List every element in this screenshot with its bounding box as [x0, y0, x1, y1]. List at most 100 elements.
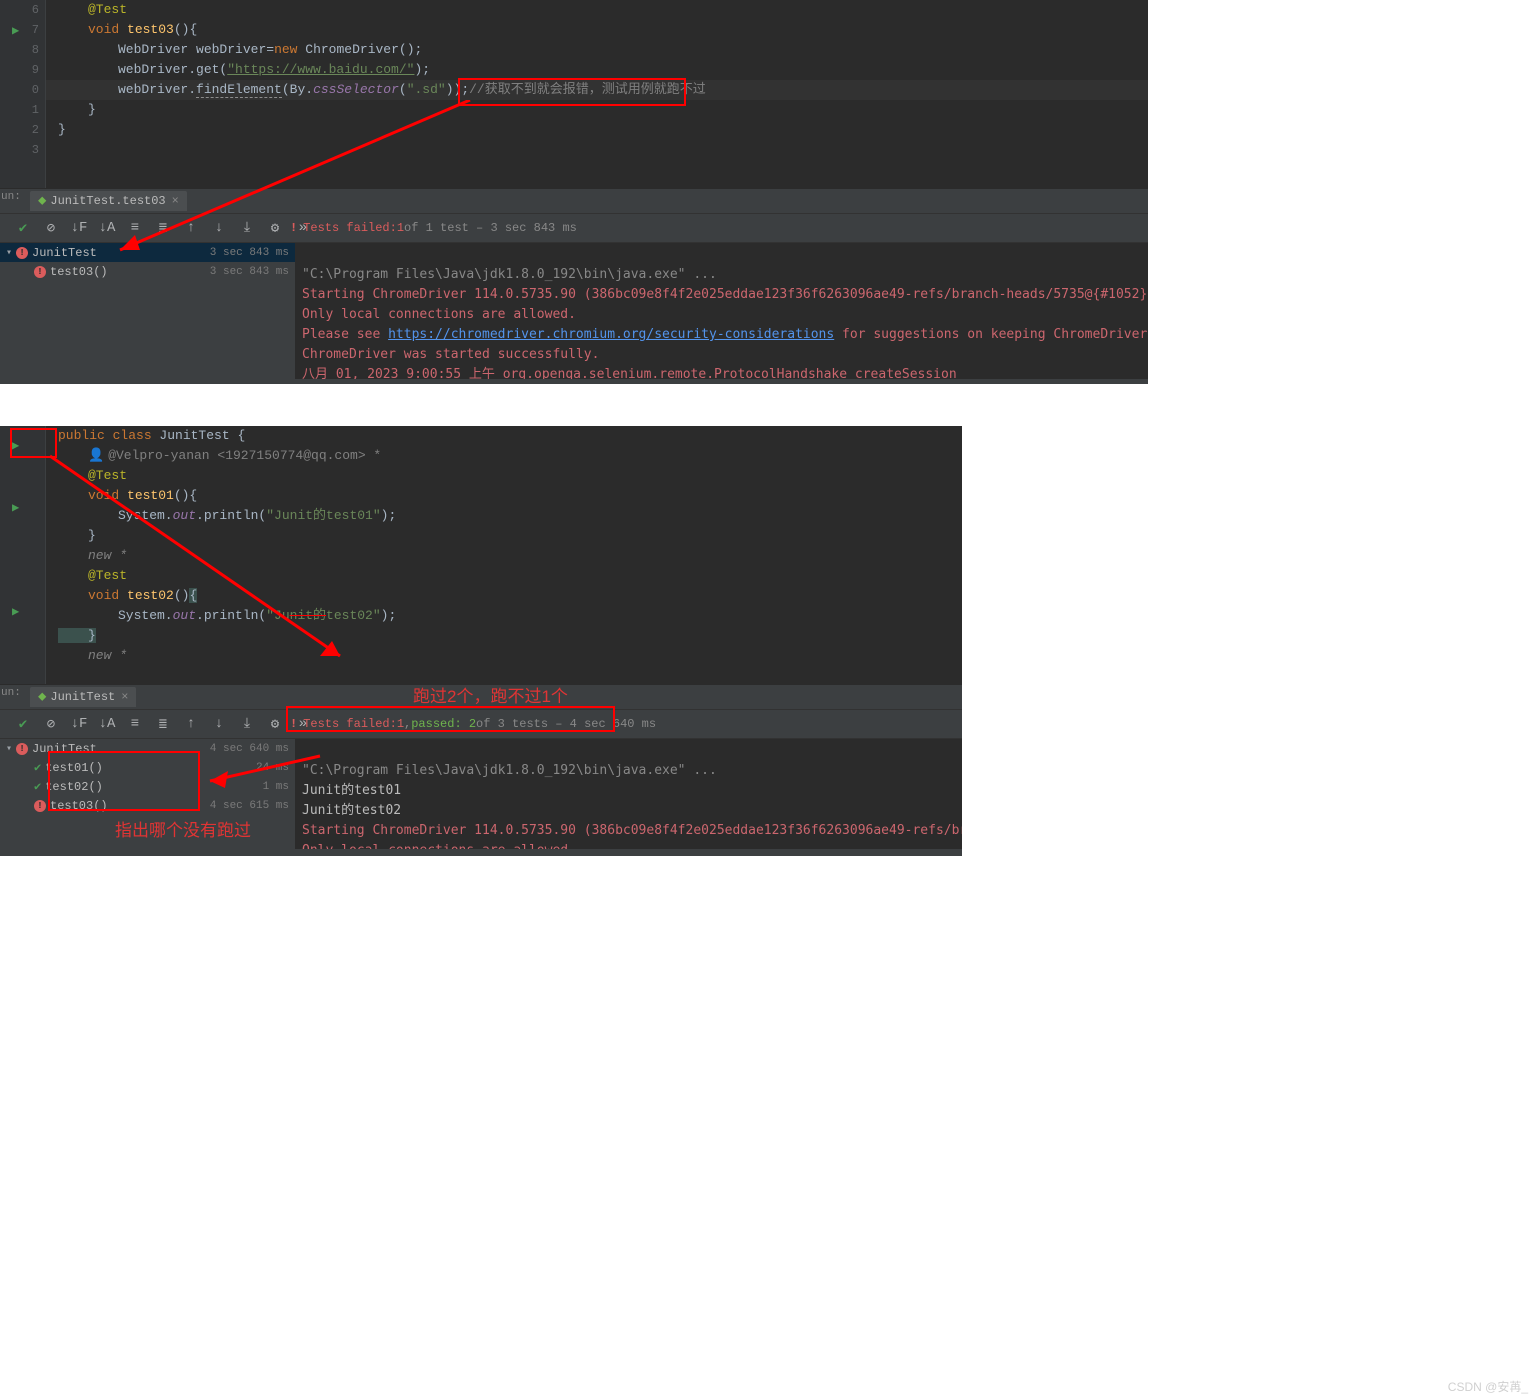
- status-fail-label: Tests failed:: [303, 221, 397, 235]
- brace: }: [58, 528, 96, 543]
- brace: }: [58, 628, 96, 643]
- line-number: 9: [0, 60, 39, 80]
- test-status: ! Tests failed: 1 of 1 test – 3 sec 843 …: [290, 221, 577, 235]
- sort-icon[interactable]: ↓F: [70, 715, 88, 733]
- status-pass: passed: 2: [411, 717, 476, 731]
- string: "Junit的test01": [266, 508, 380, 523]
- expand-icon[interactable]: ≡: [126, 219, 144, 237]
- close-icon[interactable]: ×: [121, 690, 128, 704]
- console[interactable]: "C:\Program Files\Java\jdk1.8.0_192\bin\…: [296, 739, 962, 849]
- tree-item[interactable]: !test03() 4 sec 615 ms: [0, 796, 295, 815]
- comment: //获取不到就会报错，测试用例就跑不过: [469, 82, 706, 97]
- console-line: ChromeDriver was started successfully.: [302, 347, 599, 362]
- close-icon[interactable]: ×: [172, 194, 179, 208]
- test-icon: ⬥: [38, 690, 46, 704]
- text: webDriver.get(: [118, 62, 227, 77]
- keyword: new: [274, 42, 305, 57]
- stop-icon[interactable]: ⊘: [42, 715, 60, 733]
- run-gutter-icon[interactable]: ▶: [12, 438, 19, 453]
- prev-icon[interactable]: ↑: [182, 715, 200, 733]
- code-editor[interactable]: @Test void test03(){ WebDriver webDriver…: [46, 0, 1148, 140]
- run-tab-label: JunitTest: [50, 690, 115, 704]
- tree-item[interactable]: ✔test02() 1 ms: [0, 777, 295, 796]
- console-link[interactable]: https://chromedriver.chromium.org/securi…: [388, 327, 834, 342]
- string: test02": [326, 608, 381, 623]
- console-line: 八月 01, 2023 9:00:55 上午 org.openqa.seleni…: [302, 367, 957, 379]
- run-tab[interactable]: ⬥ JunitTest.test03 ×: [30, 191, 187, 211]
- text: .println(: [196, 608, 266, 623]
- text: .println(: [196, 508, 266, 523]
- collapse-icon[interactable]: ≣: [154, 715, 172, 733]
- chevron-down-icon[interactable]: ▾: [6, 247, 12, 259]
- console-line: Starting ChromeDriver 114.0.5735.90 (386…: [302, 287, 1148, 302]
- collapse-icon[interactable]: ≣: [154, 219, 172, 237]
- text: );: [381, 508, 397, 523]
- settings-icon[interactable]: ⚙: [266, 715, 284, 733]
- method-name: test03: [127, 22, 174, 37]
- console-line: Starting ChromeDriver 114.0.5735.90 (386…: [302, 823, 962, 838]
- fail-badge-icon: !: [34, 800, 46, 812]
- annotation: @Test: [58, 468, 127, 483]
- author-icon: 👤: [88, 448, 104, 463]
- text: (By.: [282, 82, 313, 97]
- code-editor[interactable]: public class JunitTest { 👤@Velpro-yanan …: [46, 426, 962, 666]
- tree-root[interactable]: ▾!JunitTest 3 sec 843 ms: [0, 243, 295, 262]
- tree-time: 4 sec 640 ms: [210, 743, 289, 755]
- class-name: JunitTest: [159, 428, 237, 443]
- keyword: void: [88, 22, 119, 37]
- annotation: @Test: [58, 2, 127, 17]
- string-url[interactable]: "https://www.baidu.com/": [227, 62, 414, 77]
- text: (){: [174, 488, 197, 503]
- annotation-text: 跑过2个，跑不过1个: [413, 682, 568, 707]
- stop-icon[interactable]: ⊘: [42, 219, 60, 237]
- rerun-icon[interactable]: ✔: [14, 219, 32, 237]
- run-panel: un: ⬥ JunitTest.test03 × ✔ ⊘ ↓F ↓A ≡ ≣ ↑…: [0, 188, 1148, 384]
- run-toolbar: ✔ ⊘ ↓F ↓A ≡ ≣ ↑ ↓ ⤓ ⚙ » ! Tests failed: …: [0, 709, 962, 739]
- tree-root[interactable]: ▾!JunitTest 4 sec 640 ms: [0, 739, 295, 758]
- chevron-down-icon[interactable]: ▾: [6, 743, 12, 755]
- run-gutter-icon[interactable]: ▶: [12, 500, 19, 515]
- expand-icon[interactable]: ≡: [126, 715, 144, 733]
- tree-item[interactable]: !test03() 3 sec 843 ms: [0, 262, 295, 281]
- text: (): [174, 588, 190, 603]
- run-toolwindow-label: un:: [1, 191, 21, 203]
- prev-icon[interactable]: ↑: [182, 219, 200, 237]
- vcs-hint: new *: [58, 648, 127, 663]
- line-number: 0: [0, 80, 39, 100]
- method-name: test02: [127, 588, 174, 603]
- run-tab[interactable]: ⬥ JunitTest ×: [30, 687, 136, 707]
- field: out: [173, 608, 196, 623]
- sort-icon[interactable]: ↓F: [70, 219, 88, 237]
- export-icon[interactable]: ⤓: [238, 715, 256, 733]
- string: "Ju: [266, 608, 289, 623]
- line-number: 3: [0, 140, 39, 160]
- rerun-icon[interactable]: ✔: [14, 715, 32, 733]
- next-icon[interactable]: ↓: [210, 219, 228, 237]
- pass-icon: ✔: [34, 760, 41, 775]
- run-gutter-icon[interactable]: ▶: [12, 23, 19, 38]
- string: nit的: [290, 608, 326, 623]
- fail-badge-icon: !: [16, 247, 28, 259]
- brace: {: [189, 588, 197, 603]
- console-line: Junit的test02: [302, 803, 401, 818]
- console[interactable]: "C:\Program Files\Java\jdk1.8.0_192\bin\…: [296, 243, 1148, 379]
- ide-window-2: ▶ ▶ ▶ public class JunitTest { 👤@Velpro-…: [0, 426, 962, 856]
- test-tree[interactable]: ▾!JunitTest 3 sec 843 ms !test03() 3 sec…: [0, 243, 296, 379]
- console-line: "C:\Program Files\Java\jdk1.8.0_192\bin\…: [302, 763, 717, 778]
- status-text: ,: [404, 717, 411, 731]
- line-number: 6: [0, 0, 39, 20]
- tree-item[interactable]: ✔test01() 24 ms: [0, 758, 295, 777]
- export-icon[interactable]: ⤓: [238, 219, 256, 237]
- settings-icon[interactable]: ⚙: [266, 219, 284, 237]
- text: ();: [399, 42, 422, 57]
- console-line: Only local connections are allowed.: [302, 843, 576, 849]
- tree-time: 1 ms: [263, 781, 289, 793]
- method-call: findElement: [196, 82, 282, 98]
- tree-time: 3 sec 843 ms: [210, 266, 289, 278]
- sort-icon[interactable]: ↓A: [98, 219, 116, 237]
- text: (){: [174, 22, 197, 37]
- type: ChromeDriver: [305, 42, 399, 57]
- sort-icon[interactable]: ↓A: [98, 715, 116, 733]
- next-icon[interactable]: ↓: [210, 715, 228, 733]
- run-gutter-icon[interactable]: ▶: [12, 604, 19, 619]
